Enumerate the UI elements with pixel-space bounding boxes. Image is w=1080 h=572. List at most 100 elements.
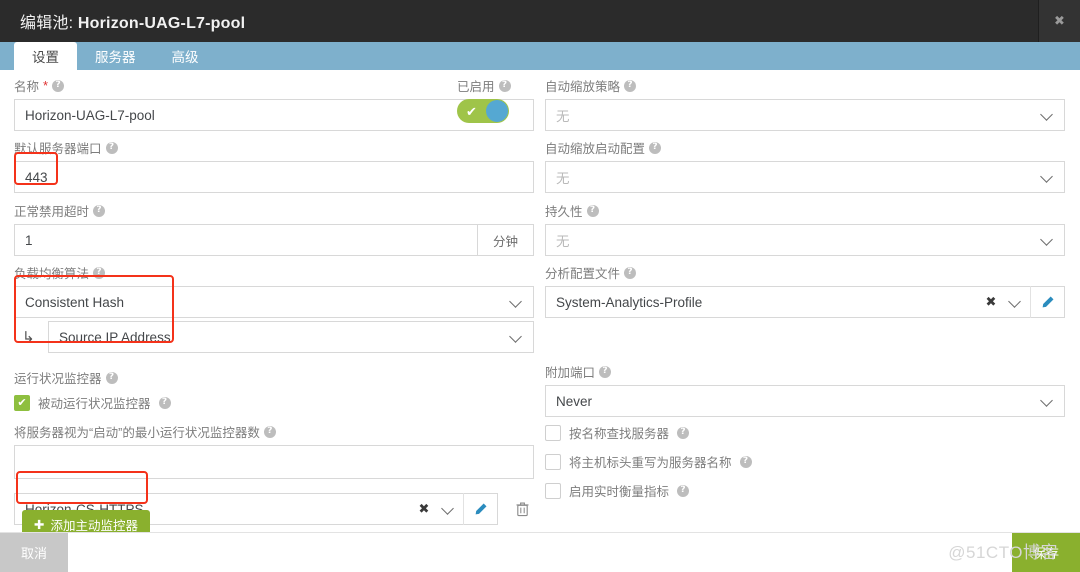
analytics-profile-select[interactable]: System-Analytics-Profile ✖	[545, 286, 1065, 318]
help-icon[interactable]: ?	[586, 204, 599, 217]
help-icon[interactable]: ?	[677, 426, 690, 439]
page-title: 编辑池: Horizon-UAG-L7-pool	[0, 9, 245, 33]
realtime-metrics-checkbox[interactable]	[545, 482, 561, 499]
lb-algorithm-label-row: 负载均衡算法 ?	[14, 263, 534, 282]
name-input-value: Horizon-UAG-L7-pool	[25, 107, 155, 123]
help-icon[interactable]: ?	[93, 204, 106, 217]
passive-monitor-label: 被动运行状况监控器	[38, 397, 151, 411]
attached-port-value: Never	[556, 393, 593, 409]
attached-port-label-row: 附加端口 ?	[545, 362, 1065, 381]
lb-algorithm-label: 负载均衡算法	[14, 267, 90, 281]
field-health-monitors: 运行状况监控器 ? ✔ 被动运行状况监控器 ? 将服务器视为“启动”的最小运行状…	[14, 368, 534, 525]
min-monitors-label: 将服务器视为“启动”的最小运行状况监控器数	[14, 426, 260, 440]
lb-algorithm-select[interactable]: Consistent Hash	[14, 286, 534, 318]
chevron-down-icon	[1040, 170, 1054, 184]
attached-port-select[interactable]: Never	[545, 385, 1065, 417]
field-enabled: 已启用 ? ✔	[457, 76, 511, 123]
min-monitors-input[interactable]	[14, 445, 534, 479]
field-autoscale-policy: 自动缩放策略 ? 无	[545, 76, 1065, 131]
edit-analytics-profile-icon[interactable]	[1030, 286, 1064, 318]
delete-monitor-icon[interactable]	[510, 501, 534, 517]
persistence-label-row: 持久性 ?	[545, 201, 1065, 220]
help-icon[interactable]: ?	[498, 79, 511, 92]
cancel-button[interactable]: 取消	[0, 533, 68, 572]
autoscale-policy-label: 自动缩放策略	[545, 80, 621, 94]
tab-settings[interactable]: 设置	[14, 42, 77, 70]
min-monitors-label-row: 将服务器视为“启动”的最小运行状况监控器数 ?	[14, 422, 534, 441]
help-icon[interactable]: ?	[677, 484, 690, 497]
persistence-select[interactable]: 无	[545, 224, 1065, 256]
help-icon[interactable]: ?	[739, 455, 752, 468]
help-icon[interactable]: ?	[105, 141, 118, 154]
chevron-down-icon	[1040, 233, 1054, 247]
check-icon: ✔	[466, 103, 477, 119]
help-icon[interactable]: ?	[93, 266, 106, 279]
autoscale-policy-value: 无	[556, 109, 570, 124]
rewrite-host-header-row[interactable]: 将主机标头重写为服务器名称 ?	[545, 452, 1065, 471]
tab-servers[interactable]: 服务器	[77, 42, 154, 70]
help-icon[interactable]: ?	[158, 396, 171, 409]
help-icon[interactable]: ?	[52, 79, 65, 92]
name-input[interactable]: Horizon-UAG-L7-pool	[14, 99, 534, 131]
passive-monitor-row[interactable]: ✔ 被动运行状况监控器 ?	[14, 393, 534, 412]
autoscale-launch-select[interactable]: 无	[545, 161, 1065, 193]
lookup-server-by-name-row[interactable]: 按名称查找服务器 ?	[545, 423, 1065, 442]
enabled-label-row: 已启用 ?	[457, 76, 511, 95]
clear-icon[interactable]: ✖	[415, 501, 433, 517]
realtime-metrics-row[interactable]: 启用实时衡量指标 ?	[545, 481, 1065, 500]
help-icon[interactable]: ?	[105, 371, 118, 384]
passive-monitor-checkbox[interactable]: ✔	[14, 394, 30, 411]
field-default-server-port: 默认服务器端口 ? 443	[14, 138, 534, 193]
lookup-server-by-name-checkbox[interactable]	[545, 424, 561, 441]
default-port-label-row: 默认服务器端口 ?	[14, 138, 534, 157]
lookup-server-by-name-label: 按名称查找服务器	[569, 427, 670, 441]
help-icon[interactable]: ?	[263, 425, 276, 438]
autoscale-launch-label-row: 自动缩放启动配置 ?	[545, 138, 1065, 157]
nested-arrow-icon: ↳	[22, 328, 35, 346]
help-icon[interactable]: ?	[624, 79, 637, 92]
add-active-monitor-label: 添加主动监控器	[50, 518, 138, 533]
lb-algorithm-value: Consistent Hash	[25, 294, 125, 310]
save-button[interactable]: 保存	[1012, 533, 1080, 572]
chevron-down-icon	[509, 330, 523, 344]
persistence-value: 无	[556, 234, 570, 249]
chevron-down-icon	[509, 295, 523, 309]
name-label: 名称	[14, 80, 40, 94]
lb-hash-value: Source IP Address	[59, 329, 171, 345]
autoscale-launch-value: 无	[556, 171, 570, 186]
field-attached-port: 附加端口 ? Never	[545, 362, 1065, 417]
tab-bar: 设置 服务器 高级	[0, 42, 1080, 70]
clear-icon[interactable]: ✖	[982, 294, 1000, 310]
chevron-down-icon[interactable]	[441, 502, 455, 516]
default-server-port-input[interactable]: 443	[14, 161, 534, 193]
enabled-toggle[interactable]: ✔	[457, 99, 509, 123]
health-monitor-label: 运行状况监控器	[14, 372, 102, 386]
graceful-timeout-label-row: 正常禁用超时 ?	[14, 201, 534, 220]
dialog-footer: 取消 保存	[0, 532, 1080, 572]
right-checkbox-group: 按名称查找服务器 ? 将主机标头重写为服务器名称 ? 启用实时衡量指标 ?	[545, 423, 1065, 510]
lb-hash-select[interactable]: Source IP Address	[48, 321, 534, 353]
graceful-timeout-input[interactable]: 1 分钟	[14, 224, 534, 256]
edit-monitor-icon[interactable]	[463, 493, 497, 525]
help-icon[interactable]: ?	[649, 141, 662, 154]
help-icon[interactable]: ?	[599, 365, 612, 378]
field-autoscale-launch-config: 自动缩放启动配置 ? 无	[545, 138, 1065, 193]
name-label-row: 名称 * ?	[14, 76, 534, 95]
analytics-profile-label-row: 分析配置文件 ?	[545, 263, 1065, 282]
chevron-down-icon[interactable]	[1008, 295, 1022, 309]
required-marker: *	[43, 78, 49, 93]
analytics-profile-label: 分析配置文件	[545, 267, 621, 281]
rewrite-host-header-checkbox[interactable]	[545, 453, 561, 470]
help-icon[interactable]: ?	[624, 266, 637, 279]
analytics-profile-value: System-Analytics-Profile	[556, 294, 703, 310]
persistence-label: 持久性	[545, 205, 583, 219]
autoscale-policy-select[interactable]: 无	[545, 99, 1065, 131]
tab-advanced[interactable]: 高级	[154, 42, 217, 70]
page-title-value: Horizon-UAG-L7-pool	[77, 15, 246, 32]
default-port-label: 默认服务器端口	[14, 142, 102, 156]
add-active-monitor-button[interactable]: ✚ 添加主动监控器	[22, 510, 150, 532]
enabled-label: 已启用	[457, 80, 495, 94]
footer-spacer	[68, 533, 1012, 572]
close-icon[interactable]: ✖	[1038, 0, 1080, 42]
lb-hash-row: ↳ Source IP Address	[14, 321, 534, 353]
